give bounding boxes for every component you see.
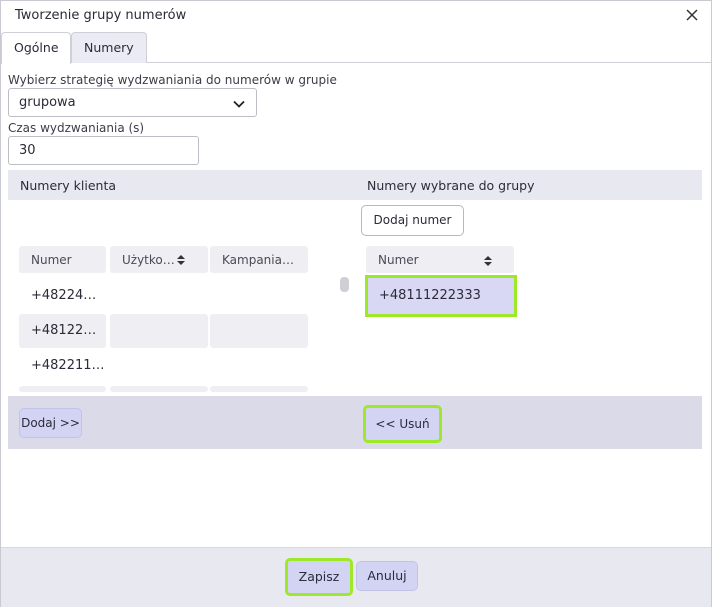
table-row-cell-number[interactable]: +482211…: [19, 349, 106, 383]
close-icon[interactable]: [683, 6, 701, 24]
numbers-section-header: Numery klienta Numery wybrane do grupy: [8, 170, 702, 200]
chevron-down-icon: [232, 97, 246, 111]
add-number-button[interactable]: Dodaj numer: [361, 205, 464, 236]
add-to-group-button[interactable]: Dodaj >>: [19, 408, 82, 438]
column-header-user[interactable]: Użytko…: [110, 246, 208, 273]
save-button[interactable]: Zapisz: [285, 558, 353, 596]
table-row-partial: [210, 386, 308, 392]
table-row-partial: [110, 386, 208, 392]
table-row-partial: [19, 386, 106, 392]
transfer-action-bar: [8, 396, 702, 449]
dialog-title: Tworzenie grupy numerów: [15, 8, 187, 23]
selected-column-header-number[interactable]: Numer: [366, 246, 514, 273]
column-header-number[interactable]: Numer: [19, 246, 106, 273]
remove-from-group-button[interactable]: << Usuń: [363, 405, 442, 443]
tab-general[interactable]: Ogólne: [1, 32, 71, 64]
tab-numbers[interactable]: Numery: [71, 32, 147, 63]
selected-numbers-title: Numery wybrane do grupy: [367, 178, 535, 193]
dialog-titlebar: Tworzenie grupy numerów: [1, 1, 711, 31]
strategy-label: Wybierz strategię wydzwaniania do numeró…: [8, 73, 337, 87]
strategy-select-value: grupowa: [19, 95, 76, 110]
column-header-campaign[interactable]: Kampania…: [210, 246, 308, 273]
table-row-cell-user[interactable]: [110, 314, 208, 348]
sort-icon: [484, 255, 492, 269]
sort-icon: [176, 254, 185, 268]
table-row-cell-number[interactable]: +48122…: [19, 314, 106, 348]
table-row-cell-campaign[interactable]: [210, 314, 308, 348]
tab-bar: Ogólne Numery: [1, 32, 711, 64]
dial-time-label: Czas wydzwaniania (s): [8, 121, 145, 135]
table-scrollbar[interactable]: [340, 277, 349, 292]
selected-number-row[interactable]: +48111222333: [365, 275, 517, 317]
table-row-cell-number[interactable]: +48224…: [19, 279, 106, 313]
strategy-select[interactable]: grupowa: [8, 88, 257, 117]
dial-time-input[interactable]: [8, 136, 199, 165]
cancel-button[interactable]: Anuluj: [356, 561, 418, 591]
client-numbers-title: Numery klienta: [20, 178, 117, 193]
create-number-group-dialog: Tworzenie grupy numerów Ogólne Numery Wy…: [0, 0, 712, 607]
